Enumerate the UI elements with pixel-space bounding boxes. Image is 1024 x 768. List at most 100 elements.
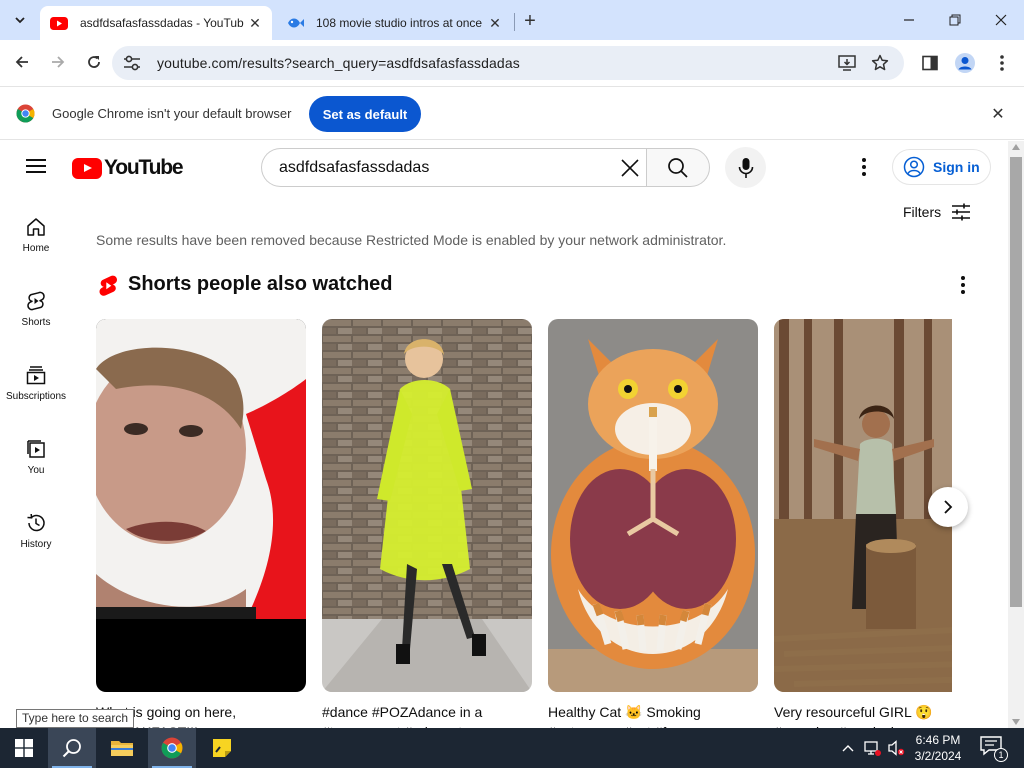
side-panel-icon[interactable] bbox=[919, 52, 941, 74]
restricted-mode-notice: Some results have been removed because R… bbox=[96, 232, 727, 248]
guide-menu-icon[interactable] bbox=[24, 155, 48, 179]
set-as-default-button[interactable]: Set as default bbox=[309, 96, 421, 132]
site-info-icon[interactable] bbox=[122, 54, 142, 72]
folder-icon bbox=[111, 741, 133, 756]
settings-menu-icon[interactable] bbox=[852, 155, 876, 179]
guide-item-home[interactable]: Home bbox=[0, 217, 72, 277]
tab-movie-intros[interactable]: 108 movie studio intros at once ✕ bbox=[276, 6, 512, 40]
taskbar-search-button[interactable] bbox=[48, 728, 96, 768]
sticky-notes-button[interactable] bbox=[198, 728, 246, 768]
short-title[interactable]: #dance #POZAdance in a #transparent #rai… bbox=[322, 702, 532, 728]
scroll-down-icon[interactable] bbox=[1012, 719, 1020, 725]
short-thumbnail[interactable] bbox=[548, 319, 758, 692]
guide-label: You bbox=[27, 465, 45, 476]
clock-time: 6:46 PM bbox=[915, 733, 961, 747]
short-title[interactable]: Healthy Cat 🐱 Smoking #catmemes #cat #fu… bbox=[548, 702, 758, 728]
short-title[interactable]: Very resourceful GIRL 😲 #camping #surviv… bbox=[774, 702, 952, 728]
guide-label: Subscriptions bbox=[5, 391, 67, 402]
fish-favicon bbox=[286, 16, 304, 30]
guide-item-you[interactable]: You bbox=[0, 439, 72, 499]
youtube-logo[interactable]: YouTube bbox=[72, 156, 184, 179]
new-tab-button[interactable]: + bbox=[518, 9, 542, 33]
chevron-down-icon bbox=[15, 17, 25, 24]
reload-icon bbox=[88, 56, 100, 68]
filters-button[interactable]: Filters bbox=[903, 203, 971, 221]
home-icon bbox=[27, 218, 45, 236]
youtube-favicon bbox=[50, 16, 68, 30]
browser-toolbar: youtube.com/results?search_query=asdfdsa… bbox=[0, 40, 1024, 86]
search-icon bbox=[668, 157, 688, 178]
shelf-menu-icon[interactable] bbox=[951, 273, 975, 297]
back-button[interactable] bbox=[8, 48, 36, 76]
network-icon[interactable] bbox=[862, 738, 882, 758]
screen: asdfdsafasfassdadas - YouTube ✕ 108 movi… bbox=[0, 0, 1024, 768]
tab-title: 108 movie studio intros at once bbox=[316, 16, 483, 30]
close-icon bbox=[995, 14, 1007, 26]
youtube-play-icon bbox=[72, 157, 102, 179]
sign-in-button[interactable]: Sign in bbox=[892, 149, 991, 185]
close-tab-icon[interactable]: ✕ bbox=[484, 12, 506, 34]
short-thumbnail[interactable] bbox=[96, 319, 306, 692]
forward-button[interactable] bbox=[44, 48, 72, 76]
clock-date: 3/2/2024 bbox=[914, 749, 962, 763]
restore-button[interactable] bbox=[932, 0, 978, 40]
back-arrow-icon bbox=[15, 56, 28, 68]
tab-divider bbox=[514, 13, 515, 31]
shelf-next-button[interactable] bbox=[928, 487, 968, 527]
page-scrollbar[interactable] bbox=[1008, 141, 1024, 728]
microphone-icon bbox=[738, 157, 753, 178]
search-button[interactable] bbox=[646, 148, 710, 187]
profile-avatar-icon[interactable] bbox=[954, 52, 976, 74]
shorts-logo-icon bbox=[99, 275, 117, 296]
infobar-message: Google Chrome isn't your default browser bbox=[52, 106, 292, 121]
reload-button[interactable] bbox=[80, 48, 108, 76]
voice-search-button[interactable] bbox=[725, 147, 766, 188]
chrome-logo-icon bbox=[16, 104, 35, 123]
notification-count-badge: 1 bbox=[994, 748, 1008, 762]
you-icon bbox=[27, 440, 45, 458]
taskbar-clock[interactable]: 6:46 PM 3/2/2024 bbox=[908, 732, 968, 764]
guide-item-subscriptions[interactable]: Subscriptions bbox=[0, 365, 72, 425]
scroll-up-icon[interactable] bbox=[1012, 144, 1020, 150]
short-thumbnail[interactable] bbox=[322, 319, 532, 692]
minimize-icon bbox=[904, 19, 914, 21]
account-circle-icon bbox=[903, 156, 925, 178]
guide-label: History bbox=[20, 539, 52, 550]
tab-title: asdfdsafasfassdadas - YouTube bbox=[80, 16, 244, 30]
close-window-button[interactable] bbox=[978, 0, 1024, 40]
url-text: youtube.com/results?search_query=asdfdsa… bbox=[157, 55, 520, 71]
guide-item-shorts[interactable]: Shorts bbox=[0, 291, 72, 351]
guide-item-history[interactable]: History bbox=[0, 513, 72, 573]
short-card[interactable]: #dance #POZAdance in a #transparent #rai… bbox=[322, 319, 532, 728]
install-app-icon[interactable] bbox=[836, 53, 858, 73]
tab-strip: asdfdsafasfassdadas - YouTube ✕ 108 movi… bbox=[0, 0, 1024, 40]
chrome-menu-icon[interactable] bbox=[991, 52, 1013, 74]
short-card[interactable]: Very resourceful GIRL 😲 #camping #surviv… bbox=[774, 319, 952, 728]
show-hidden-icons-icon[interactable] bbox=[838, 738, 858, 758]
scrollbar-thumb[interactable] bbox=[1010, 157, 1022, 607]
short-card[interactable]: Healthy Cat 🐱 Smoking #catmemes #cat #fu… bbox=[548, 319, 758, 728]
bookmark-star-icon[interactable] bbox=[869, 53, 891, 73]
search-query-text: asdfdsafasfassdadas bbox=[279, 159, 430, 176]
search-input[interactable]: asdfdsafasfassdadas bbox=[261, 148, 647, 187]
start-button[interactable] bbox=[0, 728, 48, 768]
windows-logo-icon bbox=[15, 739, 33, 757]
chrome-taskbar-button[interactable] bbox=[148, 728, 196, 768]
action-center-button[interactable]: 1 bbox=[980, 736, 1008, 762]
short-thumbnail[interactable] bbox=[774, 319, 952, 692]
clear-search-icon[interactable] bbox=[618, 156, 642, 180]
close-infobar-icon[interactable]: ✕ bbox=[988, 104, 1008, 124]
chrome-logo-icon bbox=[161, 737, 183, 759]
volume-muted-icon[interactable] bbox=[886, 738, 906, 758]
close-tab-icon[interactable]: ✕ bbox=[244, 12, 266, 34]
address-bar[interactable]: youtube.com/results?search_query=asdfdsa… bbox=[112, 46, 904, 80]
shorts-icon bbox=[27, 291, 45, 311]
guide-label: Shorts bbox=[21, 317, 51, 328]
youtube-page: YouTube asdfdsafasfassdadas Sign in Home… bbox=[0, 141, 1008, 728]
minimize-button[interactable] bbox=[886, 0, 932, 40]
search-icon bbox=[62, 739, 81, 758]
short-card[interactable]: What is going on here, #BREAKFAST!!! bbox=[96, 319, 306, 728]
tab-search-button[interactable] bbox=[7, 8, 33, 32]
file-explorer-button[interactable] bbox=[98, 728, 146, 768]
tab-youtube[interactable]: asdfdsafasfassdadas - YouTube ✕ bbox=[40, 6, 272, 40]
